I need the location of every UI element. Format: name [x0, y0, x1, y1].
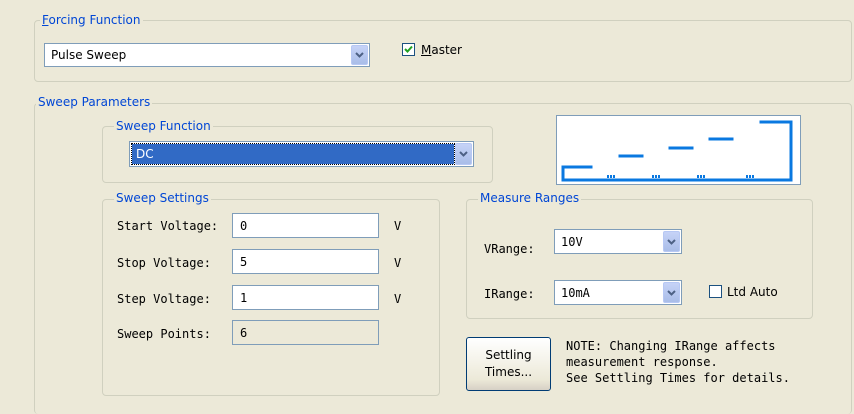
stop-voltage-input[interactable]: 5	[232, 249, 379, 274]
vrange-value: 10V	[561, 234, 583, 249]
dropdown-arrow-icon[interactable]	[351, 45, 368, 65]
settling-times-label-line2: Times...	[484, 365, 533, 379]
start-voltage-label: Start Voltage:	[117, 219, 219, 233]
stop-voltage-label: Stop Voltage:	[117, 256, 211, 270]
sweep-function-value: DC	[131, 143, 455, 165]
sweep-parameters-legend: Sweep Parameters	[36, 95, 153, 109]
settling-times-label-line1: Settling	[485, 348, 532, 362]
ltd-auto-checkbox[interactable]	[709, 285, 722, 298]
forcing-mode-dropdown[interactable]: Pulse Sweep	[44, 43, 370, 67]
forcing-mode-value: Pulse Sweep	[51, 48, 127, 62]
note-line-1: NOTE: Changing IRange affects	[566, 339, 776, 353]
stop-voltage-unit: V	[394, 256, 402, 270]
sweep-points-readonly: 6	[232, 320, 379, 345]
ltd-auto-label[interactable]: Ltd Auto	[727, 285, 778, 299]
step-voltage-unit: V	[394, 292, 402, 306]
dropdown-arrow-icon[interactable]	[663, 282, 680, 303]
sweep-settings-legend: Sweep Settings	[114, 191, 211, 205]
settling-times-button[interactable]: Settling Times...	[466, 337, 551, 391]
step-voltage-input[interactable]: 1	[232, 285, 379, 310]
dropdown-arrow-icon[interactable]	[663, 231, 680, 252]
note-line-3: See Settling Times for details.	[566, 371, 790, 385]
sweep-function-dropdown[interactable]: DC	[129, 141, 474, 167]
checkmark-icon	[404, 45, 413, 53]
vrange-label: VRange:	[484, 242, 535, 256]
pulse-sweep-graphic	[556, 115, 801, 185]
sweep-function-legend: Sweep Function	[114, 119, 213, 133]
dropdown-arrow-icon[interactable]	[455, 143, 472, 165]
irange-value: 10mA	[561, 285, 590, 300]
forcing-function-legend: Forcing Function	[40, 13, 143, 27]
measure-ranges-legend: Measure Ranges	[478, 191, 582, 205]
vrange-dropdown[interactable]: 10V	[554, 229, 682, 254]
pulse-sweep-icon	[561, 120, 793, 182]
sweep-points-label: Sweep Points:	[117, 327, 211, 341]
irange-note: NOTE: Changing IRange affects measuremen…	[566, 338, 790, 386]
start-voltage-input[interactable]: 0	[232, 213, 379, 238]
master-checkbox[interactable]	[402, 43, 415, 56]
irange-label: IRange:	[484, 287, 535, 301]
step-voltage-label: Step Voltage:	[117, 292, 211, 306]
irange-dropdown[interactable]: 10mA	[554, 280, 682, 305]
master-label[interactable]: Master	[421, 43, 462, 57]
start-voltage-unit: V	[394, 219, 402, 233]
note-line-2: measurement response.	[566, 355, 718, 369]
